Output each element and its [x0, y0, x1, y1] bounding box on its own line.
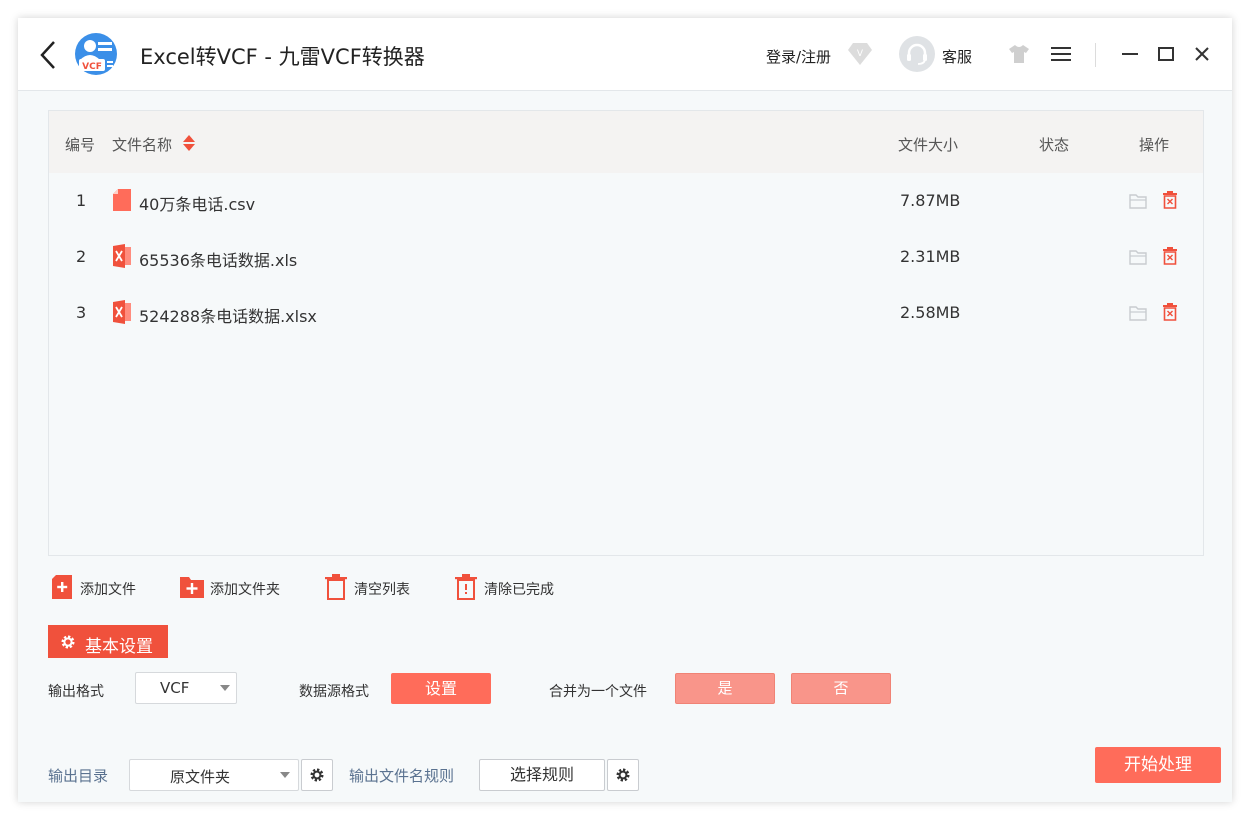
sort-arrows-icon[interactable]	[182, 133, 196, 153]
clear-list-button[interactable]: 清空列表	[324, 574, 424, 600]
trash-icon	[325, 574, 347, 600]
output-directory-settings-button[interactable]	[301, 759, 333, 791]
minimize-icon[interactable]	[1120, 44, 1140, 64]
app-window: VCF Excel转VCF - 九雷VCF转换器 登录/注册 V 客服 编号 文…	[18, 18, 1232, 802]
logo-text: VCF	[82, 62, 102, 72]
title-bar: VCF Excel转VCF - 九雷VCF转换器 登录/注册 V 客服	[18, 18, 1232, 91]
table-row[interactable]: 3 524288条电话数据.xlsx 2.58MB	[49, 285, 1203, 341]
clear-completed-icon	[455, 574, 477, 600]
open-folder-icon[interactable]	[1129, 193, 1147, 209]
customer-service-label[interactable]: 客服	[942, 46, 972, 67]
output-directory-select[interactable]: 原文件夹	[129, 759, 299, 791]
header-filename[interactable]: 文件名称	[112, 134, 172, 155]
select-rule-button[interactable]: 选择规则	[479, 759, 605, 791]
clear-list-label: 清空列表	[354, 582, 410, 598]
row-filesize: 7.87MB	[900, 191, 961, 210]
file-actions-toolbar: 添加文件 添加文件夹 清空列表 清除已完成	[48, 574, 648, 600]
output-directory-label: 输出目录	[48, 767, 109, 785]
chevron-down-icon	[280, 772, 290, 778]
delete-icon[interactable]	[1161, 191, 1179, 209]
row-index: 1	[76, 191, 87, 210]
maximize-icon[interactable]	[1156, 44, 1176, 64]
add-folder-label: 添加文件夹	[210, 582, 280, 598]
delete-icon[interactable]	[1161, 303, 1179, 321]
gear-icon	[616, 768, 630, 782]
filename-rule-label: 输出文件名规则	[349, 767, 455, 785]
header-size: 文件大小	[898, 136, 959, 154]
hamburger-menu-icon[interactable]	[1050, 45, 1072, 63]
merge-file-label: 合并为一个文件	[549, 684, 647, 700]
basic-settings-label: 基本设置	[85, 637, 153, 657]
row-filesize: 2.58MB	[900, 303, 961, 322]
app-logo-icon: VCF	[75, 33, 117, 75]
clear-completed-button[interactable]: 清除已完成	[454, 574, 574, 600]
row-index: 2	[76, 247, 87, 266]
output-format-value: VCF	[160, 679, 190, 697]
table-row[interactable]: 2 65536条电话数据.xls 2.31MB	[49, 229, 1203, 285]
source-format-label: 数据源格式	[299, 684, 369, 700]
add-folder-button[interactable]: 添加文件夹	[179, 574, 299, 600]
basic-settings-tab[interactable]: 基本设置	[48, 625, 168, 658]
file-table: 编号 文件名称 文件大小 状态 操作 1 40万条电话.csv 7.87MB 2…	[48, 110, 1204, 556]
output-format-select[interactable]: VCF	[135, 672, 237, 704]
headset-icon	[907, 43, 927, 65]
title-separator	[1095, 43, 1096, 67]
start-processing-button[interactable]: 开始处理	[1095, 747, 1221, 783]
csv-file-icon	[113, 189, 131, 211]
delete-icon[interactable]	[1161, 247, 1179, 265]
gear-icon	[310, 768, 324, 782]
chevron-down-icon	[220, 685, 230, 691]
close-icon[interactable]	[1192, 44, 1212, 64]
open-folder-icon[interactable]	[1129, 249, 1147, 265]
row-index: 3	[76, 303, 87, 322]
source-format-settings-button[interactable]: 设置	[391, 673, 491, 704]
merge-yes-button[interactable]: 是	[675, 673, 775, 704]
header-index: 编号	[65, 136, 96, 154]
table-row[interactable]: 1 40万条电话.csv 7.87MB	[49, 173, 1203, 229]
excel-file-icon	[113, 300, 131, 324]
output-directory-value: 原文件夹	[170, 768, 231, 786]
merge-no-button[interactable]: 否	[791, 673, 891, 704]
gear-icon	[61, 635, 75, 649]
header-ops: 操作	[1139, 136, 1170, 154]
vip-letter: V	[857, 49, 864, 59]
app-title: Excel转VCF - 九雷VCF转换器	[140, 45, 425, 69]
add-file-label: 添加文件	[80, 582, 136, 598]
vip-diamond-icon[interactable]: V	[847, 42, 873, 66]
back-arrow-icon[interactable]	[38, 40, 58, 70]
add-file-button[interactable]: 添加文件	[50, 574, 150, 600]
table-header: 编号 文件名称 文件大小 状态 操作	[49, 111, 1203, 173]
row-filename: 524288条电话数据.xlsx	[139, 307, 317, 326]
output-format-label: 输出格式	[48, 684, 104, 700]
row-filename: 65536条电话数据.xls	[139, 251, 298, 270]
add-file-icon	[52, 575, 72, 599]
login-register-link[interactable]: 登录/注册	[766, 46, 831, 67]
skin-tshirt-icon[interactable]	[1008, 44, 1030, 64]
filename-rule-settings-button[interactable]	[607, 759, 639, 791]
open-folder-icon[interactable]	[1129, 305, 1147, 321]
excel-file-icon	[113, 244, 131, 268]
row-filename: 40万条电话.csv	[139, 195, 256, 214]
header-status: 状态	[1039, 136, 1070, 154]
clear-completed-label: 清除已完成	[484, 582, 554, 598]
row-filesize: 2.31MB	[900, 247, 961, 266]
add-folder-icon	[180, 577, 204, 598]
customer-service-avatar[interactable]	[899, 36, 935, 72]
